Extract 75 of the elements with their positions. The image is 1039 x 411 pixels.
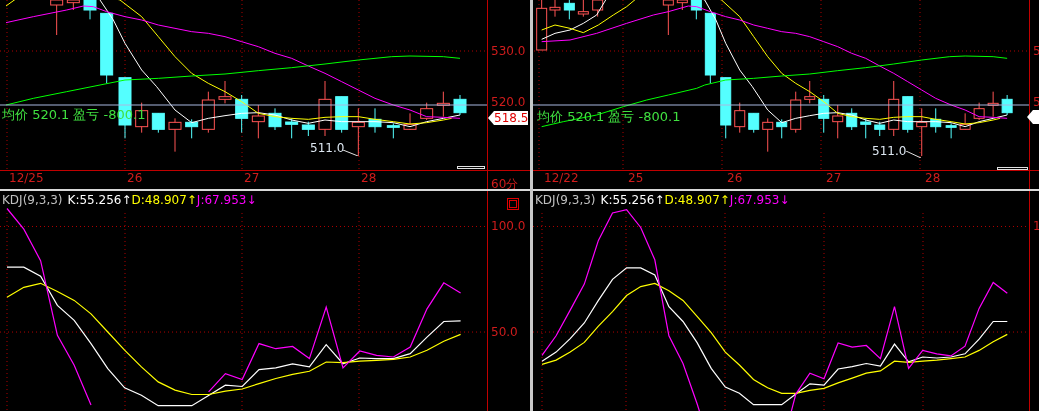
candlestick (235, 94, 249, 134)
price-tag (1027, 110, 1039, 124)
candlestick (251, 104, 265, 139)
candlestick (902, 96, 914, 134)
d-value: D:48.907↑ (131, 193, 197, 207)
candlestick (563, 0, 575, 20)
candlestick (151, 112, 165, 134)
leader-line (343, 150, 358, 156)
candlestick (846, 107, 858, 131)
candlestick (690, 0, 702, 20)
j-value: J:67.953↓ (196, 193, 257, 207)
j-value: J:67.953↓ (729, 193, 790, 207)
candlestick (804, 80, 816, 104)
candlestick (185, 118, 199, 139)
low-price-marker: 511.0 (872, 144, 907, 158)
scroll-indicator[interactable] (997, 167, 1028, 170)
candlestick (959, 112, 971, 131)
leader-line (906, 151, 921, 158)
candlestick (318, 80, 332, 137)
candlestick (874, 121, 886, 137)
candlestick (945, 122, 957, 139)
time-axis-label: 26 (727, 171, 743, 185)
axis-label: 50.0 (491, 325, 518, 340)
axis-label: 530.0 (491, 44, 526, 58)
candlestick (762, 117, 774, 153)
time-axis-label: 12/25 (9, 171, 44, 185)
candlestick (386, 122, 400, 139)
time-axis-label: 12/22 (544, 171, 579, 185)
k-value: K:55.256↑ (67, 193, 132, 207)
time-axis-label: 27 (244, 171, 260, 185)
indicator-name: KDJ(9,3,3) (535, 193, 596, 207)
time-axis-label: 25 (628, 171, 644, 185)
candlestick (100, 12, 114, 84)
candlestick (436, 91, 450, 118)
candlestick (790, 91, 802, 134)
candlestick (420, 102, 434, 121)
candlestick (704, 12, 716, 84)
axis-label: 5 (1033, 44, 1039, 58)
candlestick (987, 91, 999, 118)
candlestick (748, 112, 760, 134)
time-axis-label: 28 (925, 171, 941, 185)
candlestick (734, 102, 746, 134)
low-price-marker: 511.0 (310, 141, 345, 155)
axis-label: 5 (1033, 95, 1039, 109)
candlestick (832, 104, 844, 139)
time-axis-label: 26 (127, 171, 143, 185)
candlestick (83, 0, 97, 20)
scroll-indicator[interactable] (457, 166, 485, 169)
axis-label: 520.0 (491, 95, 526, 109)
candlestick (888, 80, 900, 137)
axis-label: 100.0 (491, 219, 526, 234)
window-toggle-icon[interactable] (507, 198, 519, 210)
candlestick (168, 117, 182, 153)
d-value: D:48.907↑ (664, 193, 730, 207)
candlestick (930, 107, 942, 134)
axis-label: 1 (1033, 219, 1039, 234)
candlestick (368, 107, 382, 134)
indicator-name: KDJ(9,3,3) (2, 193, 63, 207)
candlestick (916, 107, 928, 157)
candlestick (201, 91, 215, 134)
candlestick (403, 112, 417, 131)
time-axis-label: 27 (826, 171, 842, 185)
candlestick (453, 94, 467, 116)
candlestick (776, 118, 788, 139)
time-axis-label: 28 (361, 171, 377, 185)
candlestick (720, 77, 732, 139)
candlestick (1001, 94, 1013, 116)
candlestick (973, 102, 985, 121)
candlestick (351, 107, 365, 157)
period-label: 60分 (491, 176, 519, 192)
candlestick (818, 94, 830, 134)
candlestick (268, 107, 282, 131)
candlestick (301, 121, 315, 137)
candlestick (218, 80, 232, 104)
k-value: K:55.256↑ (600, 193, 665, 207)
